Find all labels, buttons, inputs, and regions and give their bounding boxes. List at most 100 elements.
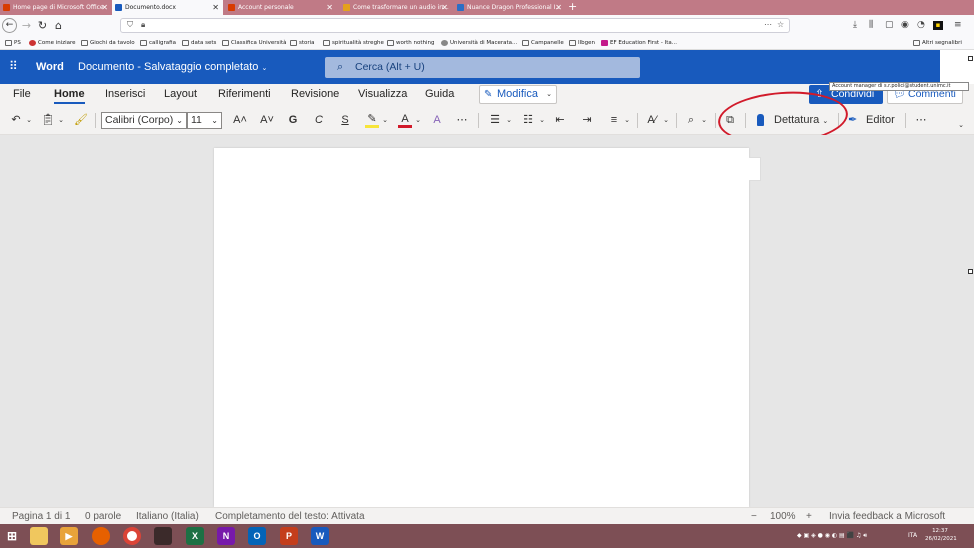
download-icon[interactable]: ⤓	[853, 18, 857, 33]
tab-visualizza[interactable]: Visualizza	[358, 84, 407, 106]
tab-home[interactable]: Home	[54, 84, 85, 106]
chevron-down-icon[interactable]: ⌄	[505, 113, 513, 128]
bookmark-item[interactable]: PS	[5, 36, 21, 50]
outlook-icon[interactable]: O	[248, 527, 266, 545]
font-name-select[interactable]: Calibri (Corpo) ⌄	[101, 112, 187, 129]
address-bar[interactable]: ⛉ 🔒︎ ⋯ ☆	[120, 18, 790, 33]
system-tray-icons[interactable]: ◆ ▣ ◈ ● ◉ ◐ ▤ ⬛ ♫ 🔊︎	[797, 524, 867, 548]
increase-indent-icon[interactable]: ⇥	[580, 113, 594, 128]
styles-icon[interactable]: A⁄	[645, 113, 659, 128]
find-icon[interactable]: ⌕	[684, 113, 698, 128]
search-box[interactable]: ⌕ Cerca (Alt + U)	[325, 57, 640, 78]
bookmark-item[interactable]: Classifica Università	[222, 36, 286, 50]
powerpoint-icon[interactable]: P	[280, 527, 298, 545]
chevron-down-icon[interactable]: ⌄	[414, 113, 422, 128]
bookmark-item[interactable]: data sets	[182, 36, 216, 50]
bold-icon[interactable]: G	[286, 113, 300, 128]
undo-icon[interactable]: ↶	[9, 113, 23, 128]
chevron-down-icon[interactable]: ⌄	[538, 113, 546, 128]
forward-icon[interactable]: →	[19, 18, 34, 33]
onenote-icon[interactable]: N	[217, 527, 235, 545]
chrome-icon[interactable]	[123, 527, 141, 545]
zoom-level[interactable]: 100%	[770, 508, 796, 525]
paste-icon[interactable]: 📋︎	[41, 113, 55, 128]
bookmark-item[interactable]: EF Education First - Ita...	[601, 36, 677, 50]
tab-revisione[interactable]: Revisione	[291, 84, 339, 106]
bullets-icon[interactable]: ☰	[488, 113, 502, 128]
language[interactable]: Italiano (Italia)	[136, 508, 199, 525]
text-completion-status[interactable]: Completamento del testo: Attivata	[215, 508, 365, 525]
bookmark-item[interactable]: Come iniziare	[29, 36, 76, 50]
menu-icon[interactable]: ≡	[954, 18, 962, 33]
close-icon[interactable]: ✕	[101, 0, 108, 15]
account-icon[interactable]: ◉	[901, 18, 909, 33]
document-title[interactable]: Documento - Salvataggio completato ⌄	[78, 50, 267, 84]
chevron-down-icon[interactable]: ⌄	[623, 113, 631, 128]
italic-icon[interactable]: C	[312, 113, 326, 128]
bookmark-item[interactable]: calligrafia	[140, 36, 176, 50]
overflow-icon[interactable]: ⋯	[914, 113, 928, 128]
highlight-icon[interactable]: ✎	[365, 113, 379, 128]
reload-icon[interactable]: ↻	[35, 18, 50, 33]
collapse-ribbon-icon[interactable]: ⌄	[956, 118, 966, 133]
word-count[interactable]: 0 parole	[85, 508, 121, 525]
browser-tab-documento[interactable]: Documento.docx ✕	[112, 0, 223, 15]
media-player-icon[interactable]: ▶	[60, 527, 78, 545]
font-color-icon[interactable]: A	[398, 113, 412, 128]
close-icon[interactable]: ✕	[212, 0, 219, 15]
bookmark-item[interactable]: Università di Macerata...	[441, 36, 517, 50]
chevron-down-icon[interactable]: ⌄	[381, 113, 389, 128]
decrease-indent-icon[interactable]: ⇤	[553, 113, 567, 128]
chevron-down-icon[interactable]: ⌄	[662, 113, 670, 128]
tab-layout[interactable]: Layout	[164, 84, 197, 106]
numbering-icon[interactable]: ☷	[521, 113, 535, 128]
tab-riferimenti[interactable]: Riferimenti	[218, 84, 271, 106]
chevron-down-icon[interactable]: ⌄	[700, 113, 708, 128]
close-icon[interactable]: ✕	[555, 0, 562, 15]
clock[interactable]: 12:37 26/02/2021	[925, 527, 957, 543]
editing-mode-button[interactable]: ✎ Modifica ⌄	[479, 85, 557, 104]
browser-tab-account[interactable]: Account personale ✕	[225, 0, 337, 15]
format-painter-icon[interactable]: 🖌︎	[74, 113, 88, 128]
bookmark-item[interactable]: Campanelle	[522, 36, 564, 50]
feedback-link[interactable]: Invia feedback a Microsoft	[829, 508, 945, 525]
app-name[interactable]: Word	[36, 50, 64, 84]
shrink-font-icon[interactable]: A˅	[259, 113, 275, 128]
new-tab-button[interactable]: +	[568, 0, 577, 15]
browser-tab-audio[interactable]: Come trasformare un audio in... ✕	[340, 0, 452, 15]
other-bookmarks[interactable]: Altri segnalibri	[913, 36, 962, 50]
scrollbar-handle[interactable]	[968, 269, 973, 274]
bookmark-item[interactable]: storia	[290, 36, 315, 50]
chevron-down-icon[interactable]: ⌄	[25, 113, 33, 128]
app-launcher-icon[interactable]: ⠿	[9, 60, 22, 73]
word-icon[interactable]: W	[311, 527, 329, 545]
editor-button[interactable]: ✒ Editor	[846, 113, 895, 128]
tab-inserisci[interactable]: Inserisci	[105, 84, 145, 106]
windows-start-icon[interactable]: ⊞	[3, 527, 21, 545]
clear-formatting-icon[interactable]: A	[430, 113, 444, 128]
page-count[interactable]: Pagina 1 di 1	[12, 508, 70, 525]
bookmark-item[interactable]: Giochi da tavolo	[81, 36, 135, 50]
browser-tab-nuance[interactable]: Nuance Dragon Professional I... ✕	[454, 0, 566, 15]
close-icon[interactable]: ✕	[326, 0, 333, 15]
align-icon[interactable]: ≡	[607, 113, 621, 128]
zoom-out-button[interactable]: −	[751, 508, 757, 525]
more-icon[interactable]: ⋯	[764, 20, 772, 29]
extension-icon[interactable]: ◔	[917, 18, 925, 33]
close-icon[interactable]: ✕	[441, 0, 448, 15]
bookmark-item[interactable]: spiritualità streghe	[323, 36, 384, 50]
file-explorer-icon[interactable]	[30, 527, 48, 545]
extension-badge-icon[interactable]: ▪	[933, 21, 943, 30]
library-icon[interactable]: ⫼	[869, 18, 873, 33]
zoom-in-button[interactable]: +	[806, 508, 812, 525]
tab-file[interactable]: File	[13, 84, 31, 106]
bookmark-item[interactable]: Ilbgen	[569, 36, 595, 50]
home-icon[interactable]: ⌂	[51, 18, 66, 33]
excel-icon[interactable]: X	[186, 527, 204, 545]
more-font-options-icon[interactable]: ⋯	[455, 113, 469, 128]
document-page[interactable]	[214, 148, 749, 507]
chevron-down-icon[interactable]: ⌄	[57, 113, 65, 128]
bookmark-item[interactable]: worth nothing	[387, 36, 435, 50]
star-icon[interactable]: ☆	[777, 20, 784, 29]
back-icon[interactable]: ←	[2, 18, 17, 33]
